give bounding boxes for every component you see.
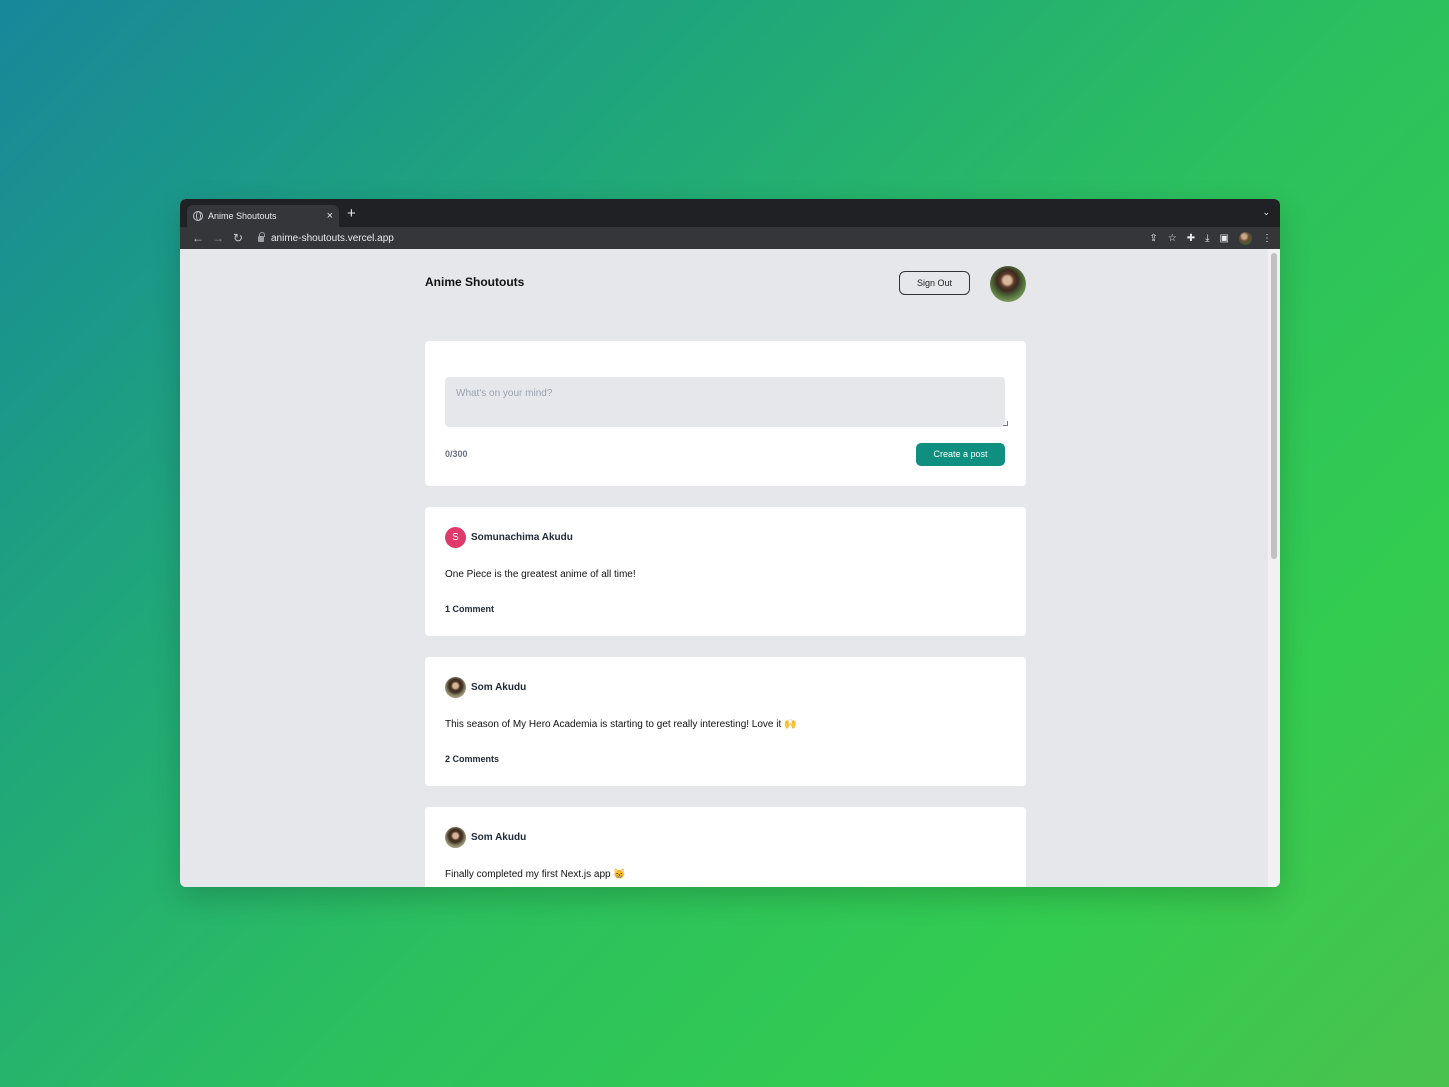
browser-toolbar: ← → ↻ anime-shoutouts.vercel.app ⇪ ☆ ✚ ⤓… [180,227,1280,249]
comments-link[interactable]: 1 Comment [445,604,494,614]
user-avatar[interactable] [990,266,1026,302]
post-composer: What's on your mind? 0/300 Create a post [425,341,1026,486]
author-name: Som Akudu [471,682,527,693]
tab-search-icon[interactable]: ⌄ [1262,207,1270,218]
tab-title: Anime Shoutouts [208,211,277,221]
share-icon[interactable]: ⇪ [1149,233,1157,244]
avatar: S [445,527,466,548]
post-card: Som Akudu This season of My Hero Academi… [425,657,1026,786]
address-bar[interactable]: anime-shoutouts.vercel.app [258,229,394,247]
post-body: One Piece is the greatest anime of all t… [445,569,636,580]
lock-icon [258,232,265,242]
reload-icon[interactable]: ↻ [228,231,248,245]
menu-icon[interactable]: ⋮ [1262,233,1272,244]
site-title[interactable]: Anime Shoutouts [425,275,524,289]
post-author: Som Akudu [445,827,526,848]
star-icon[interactable]: ☆ [1168,233,1177,244]
avatar [445,677,466,698]
extensions-icon[interactable]: ✚ [1187,233,1195,244]
post-author: S Somunachima Akudu [445,527,573,548]
globe-icon [193,211,203,221]
scrollbar-thumb[interactable] [1271,253,1277,559]
url-text: anime-shoutouts.vercel.app [271,232,394,244]
profile-avatar[interactable] [1239,231,1252,245]
page-viewport: Anime Shoutouts Sign Out What's on your … [180,249,1280,887]
new-tab-button[interactable]: + [347,206,356,221]
site-header: Anime Shoutouts Sign Out [425,249,1026,316]
sidepanel-icon[interactable]: ▣ [1220,233,1229,244]
avatar [445,827,466,848]
post-card: Som Akudu Finally completed my first Nex… [425,807,1026,887]
author-name: Somunachima Akudu [471,532,573,543]
post-input[interactable]: What's on your mind? [445,377,1005,427]
author-name: Som Akudu [471,832,527,843]
post-card: S Somunachima Akudu One Piece is the gre… [425,507,1026,636]
sign-out-button[interactable]: Sign Out [899,271,970,295]
tab-bar: Anime Shoutouts × + ⌄ [180,199,1280,227]
back-icon[interactable]: ← [188,231,208,245]
post-author: Som Akudu [445,677,526,698]
scrollbar-track[interactable] [1268,249,1280,887]
close-icon[interactable]: × [327,210,333,222]
page-content: Anime Shoutouts Sign Out What's on your … [425,249,1026,887]
comments-link[interactable]: 2 Comments [445,754,499,764]
resize-handle-icon[interactable] [1003,421,1008,426]
download-icon[interactable]: ⤓ [1205,233,1209,244]
browser-window: Anime Shoutouts × + ⌄ ← → ↻ anime-shouto… [180,199,1280,887]
forward-icon[interactable]: → [208,231,228,245]
toolbar-actions: ⇪ ☆ ✚ ⤓ ▣ ⋮ [1149,227,1272,249]
create-post-button[interactable]: Create a post [916,443,1005,466]
char-counter: 0/300 [445,449,468,459]
tab-anime-shoutouts[interactable]: Anime Shoutouts × [187,205,339,227]
post-body: Finally completed my first Next.js app 😸 [445,869,626,880]
post-body: This season of My Hero Academia is start… [445,719,797,730]
